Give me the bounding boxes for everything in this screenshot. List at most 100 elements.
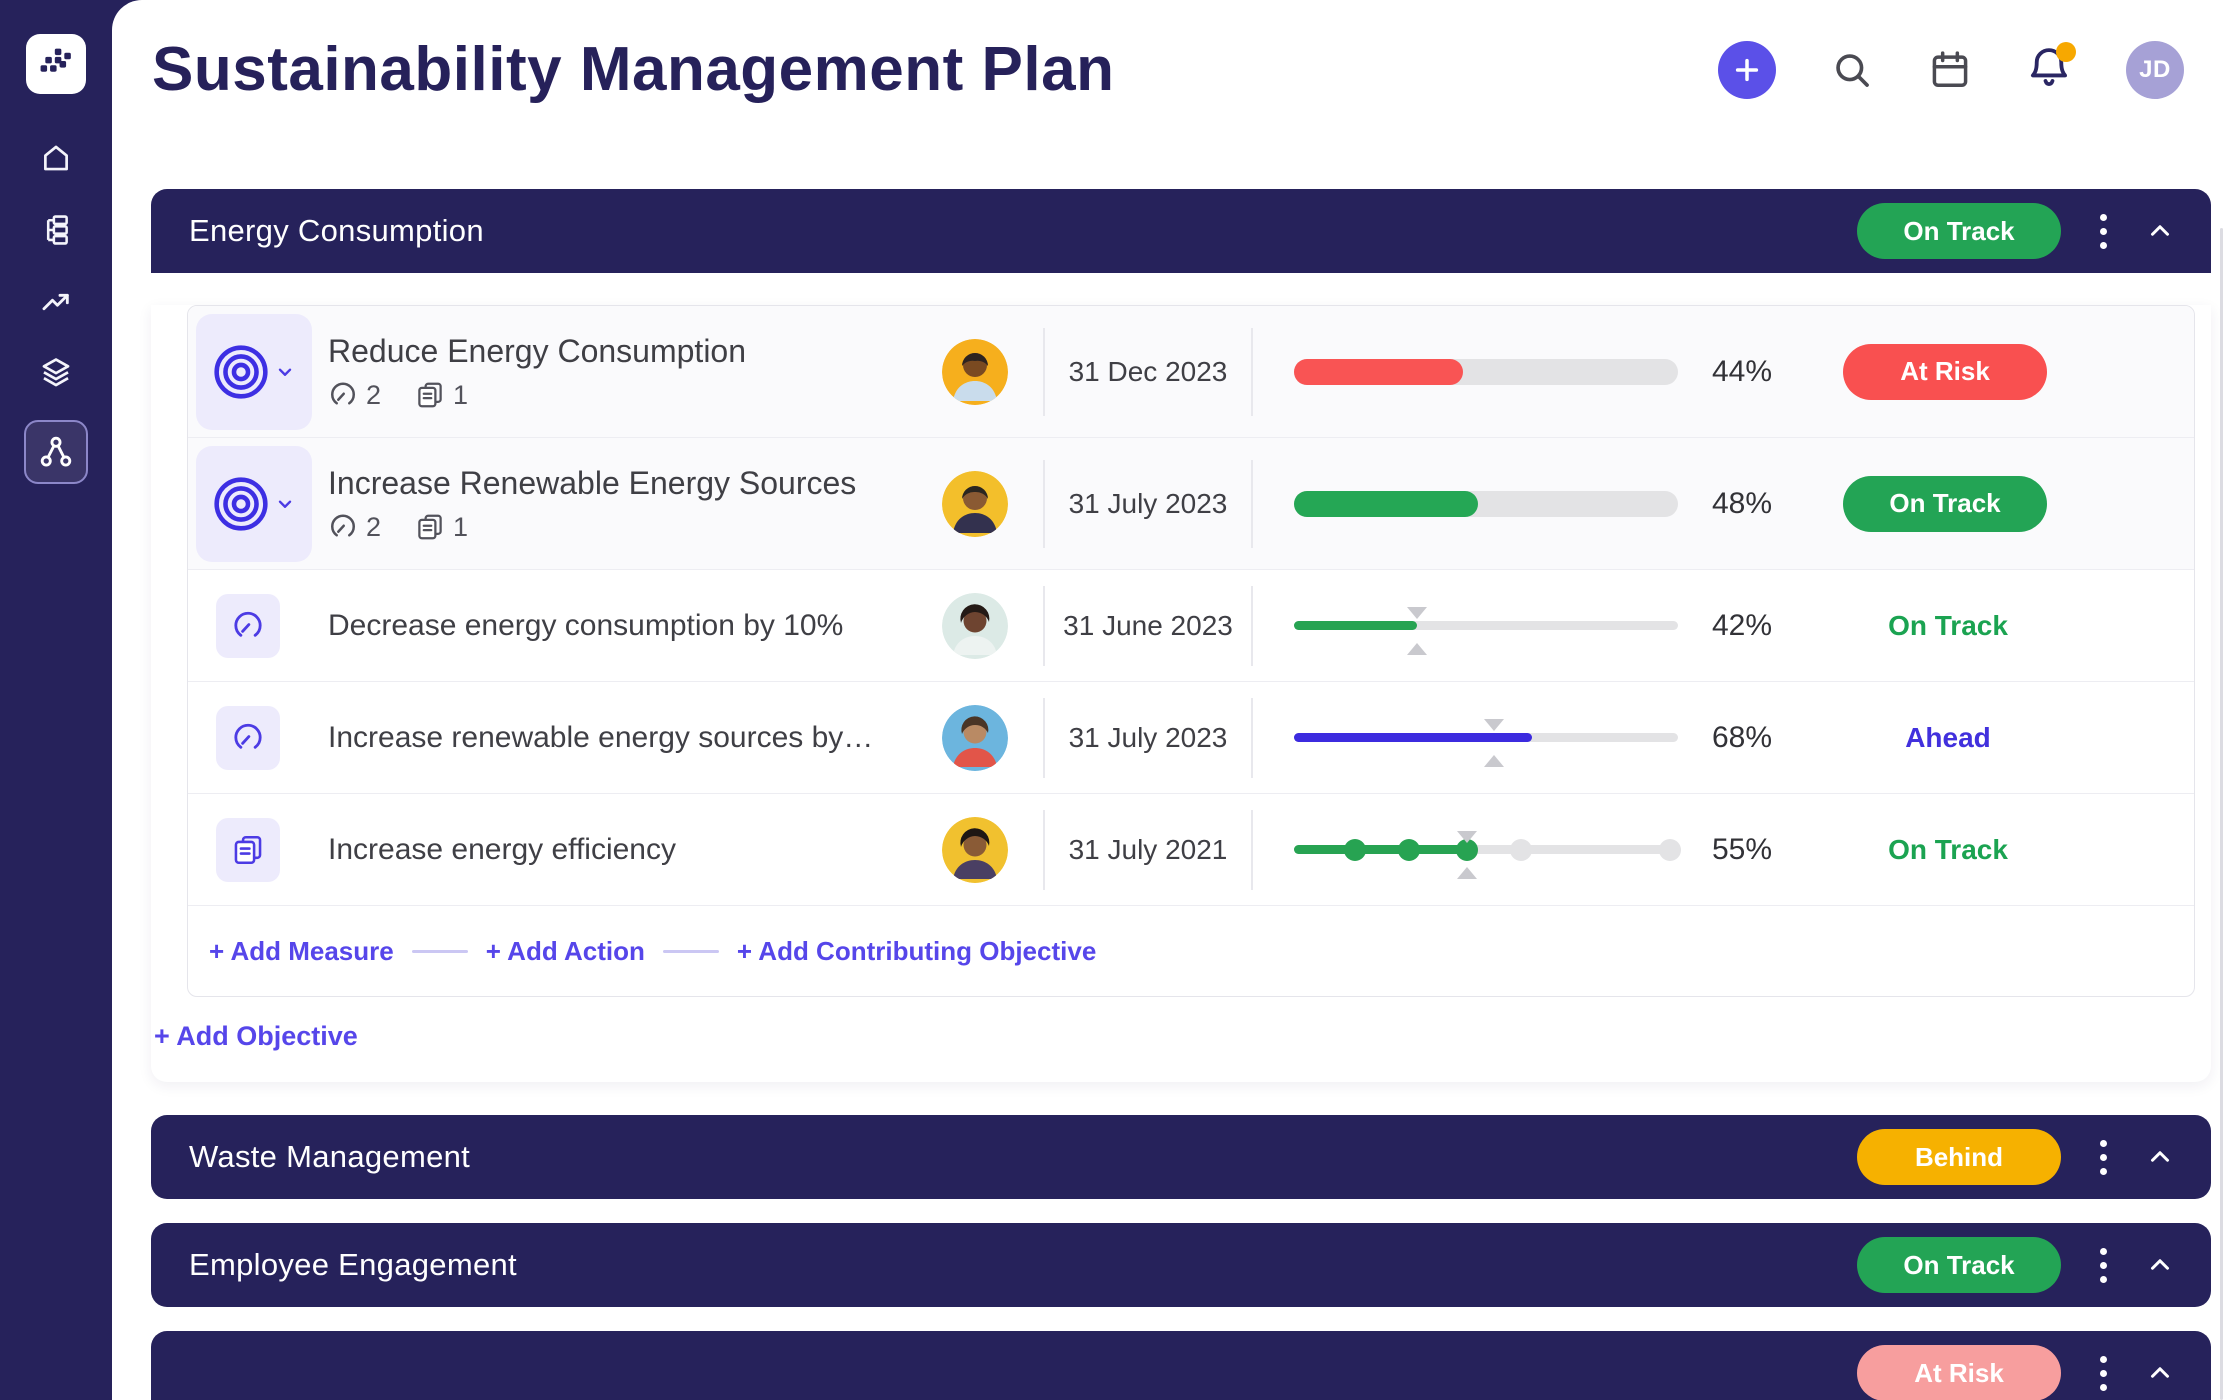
action-row[interactable]: Increase energy efficiency 31 July 2021 [188,794,2194,906]
row-status-badge: On Track [1843,475,2047,532]
app-logo[interactable] [26,34,86,94]
objective-row[interactable]: Increase Renewable Energy Sources 2 1 31… [188,438,2194,570]
top-actions: JD [1718,40,2208,99]
gauge-icon [231,721,265,755]
row-status-text: On Track [1888,609,2008,641]
progress-bar [1253,358,1678,385]
chevron-up-icon [2145,1358,2175,1388]
gauge-icon [328,512,358,542]
collapse-button[interactable] [2145,1250,2175,1280]
progress-bar [1253,490,1678,517]
scrollbar[interactable] [2220,228,2223,1400]
calendar-button[interactable] [1928,48,1972,92]
target-icon [212,343,270,401]
row-footer: + Add Measure + Add Action + Add Contrib… [188,906,2194,996]
notifications-button[interactable] [2026,42,2076,95]
milestone-dot[interactable] [1398,838,1421,861]
add-action-link[interactable]: + Add Action [486,936,645,967]
objective-counts: 2 1 [328,380,886,411]
gauge-icon [231,609,265,643]
layers-icon [39,355,73,389]
sidebar-item-network-active[interactable] [24,420,88,484]
due-date: 31 June 2023 [1043,585,1253,666]
measure-icon-box [216,593,280,658]
objective-expand-control[interactable] [196,445,312,562]
documents-icon [415,512,445,542]
add-objective-link[interactable]: + Add Objective [154,1021,358,1052]
measure-row[interactable]: Decrease energy consumption by 10% 31 Ju… [188,570,2194,682]
measure-count: 2 [366,379,382,410]
add-measure-link[interactable]: + Add Measure [209,936,394,967]
assignee-avatar [941,470,1008,537]
action-title[interactable]: Increase energy efficiency [328,833,886,867]
kebab-menu-icon[interactable] [2091,1134,2115,1181]
create-button[interactable] [1718,40,1776,99]
search-icon [1830,48,1874,92]
status-badge: At Risk [1857,1345,2061,1400]
row-status-text: On Track [1888,833,2008,865]
section-header[interactable]: Waste Management Behind [151,1115,2211,1199]
kebab-menu-icon[interactable] [2091,1350,2115,1397]
main-content: Sustainability Management Plan JD Energy… [112,0,2230,1400]
search-button[interactable] [1830,48,1874,92]
due-date: 31 July 2021 [1043,809,1253,890]
measure-title[interactable]: Decrease energy consumption by 10% [328,609,886,643]
section-header[interactable]: Energy Consumption On Track [151,189,2211,273]
row-status-text: Ahead [1905,721,1991,753]
status-badge: On Track [1857,1237,2061,1293]
sidebar-item-insights[interactable] [38,284,74,320]
measure-count: 2 [366,511,382,542]
assignee-avatar [941,338,1008,405]
measure-row[interactable]: Increase renewable energy sources by… 31… [188,682,2194,794]
gauge-icon [328,380,358,410]
section-header[interactable]: At Risk [151,1331,2211,1400]
user-avatar[interactable]: JD [2126,40,2184,99]
objective-title[interactable]: Reduce Energy Consumption [328,333,886,370]
objective-title[interactable]: Increase Renewable Energy Sources [328,465,886,502]
chevron-up-icon [2145,1250,2175,1280]
kebab-menu-icon[interactable] [2091,208,2115,255]
status-badge: On Track [1857,203,2061,259]
objective-row[interactable]: Reduce Energy Consumption 2 1 31 Dec 202… [188,306,2194,438]
progress-milestones [1253,830,1682,879]
sidebar [0,0,112,1400]
section-title: Waste Management [189,1139,471,1174]
section-employee-engagement: Employee Engagement On Track [151,1223,2211,1307]
progress-percent: 55% [1711,832,1773,866]
section-waste-management: Waste Management Behind [151,1115,2211,1199]
collapse-button[interactable] [2145,216,2175,246]
documents-icon [231,833,265,867]
row-status-badge: At Risk [1843,343,2047,400]
collapse-button[interactable] [2145,1358,2175,1388]
collapse-button[interactable] [2145,1142,2175,1172]
topbar: Sustainability Management Plan JD [112,0,2230,105]
add-contributing-objective-link[interactable]: + Add Contributing Objective [737,936,1096,967]
milestone-dot[interactable] [1659,838,1682,861]
objective-expand-control[interactable] [196,313,312,430]
objective-counts: 2 1 [328,512,886,543]
trend-up-icon [39,285,73,319]
section-title: Employee Engagement [189,1247,517,1282]
documents-icon [415,380,445,410]
progress-percent: 42% [1711,608,1773,642]
chevron-down-icon [274,493,296,515]
milestone-dot[interactable] [1509,838,1532,861]
measure-title[interactable]: Increase renewable energy sources by… [328,721,886,755]
kebab-menu-icon[interactable] [2091,1242,2115,1289]
milestone-dot[interactable] [1344,838,1367,861]
sidebar-item-layers[interactable] [38,354,74,390]
action-icon-box [216,817,280,882]
chevron-down-icon [274,361,296,383]
target-icon [212,475,270,533]
rows-card: Reduce Energy Consumption 2 1 31 Dec 202… [187,305,2195,997]
section-body: Reduce Energy Consumption 2 1 31 Dec 202… [151,305,2211,1082]
section-partial: At Risk [151,1331,2211,1400]
assignee-avatar [941,816,1008,883]
sidebar-item-home[interactable] [38,140,74,176]
section-header[interactable]: Employee Engagement On Track [151,1223,2211,1307]
hierarchy-icon [39,213,73,247]
sidebar-item-plans[interactable] [38,212,74,248]
progress-percent: 68% [1711,720,1773,754]
due-date: 31 July 2023 [1043,697,1253,778]
page-title: Sustainability Management Plan [152,35,1115,104]
